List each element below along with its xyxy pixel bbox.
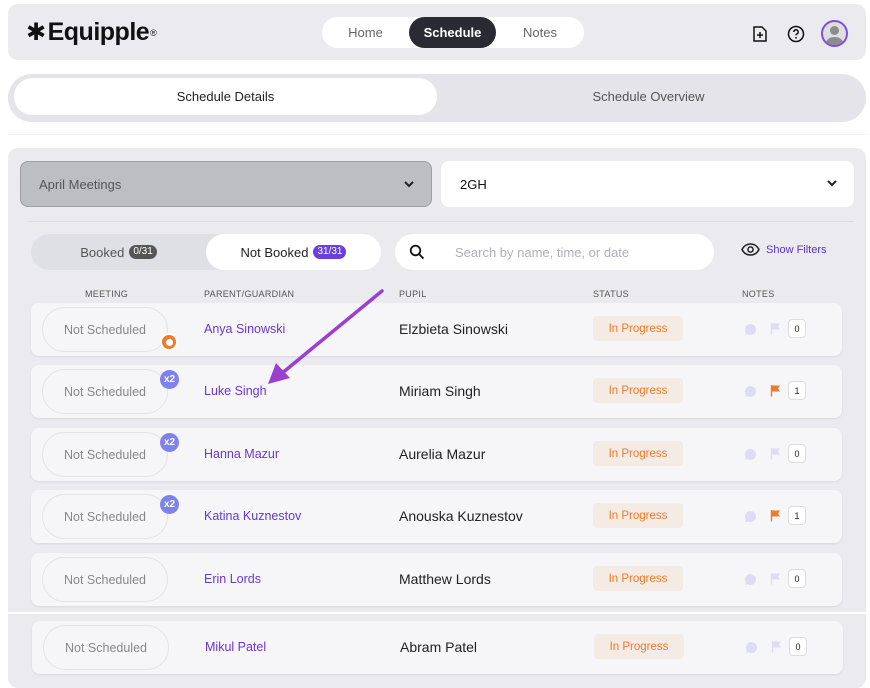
chat-badge-icon[interactable] <box>160 333 178 351</box>
status-badge: In Progress <box>593 316 683 341</box>
pupil-name: Matthew Lords <box>399 571 491 587</box>
tab-schedule-details[interactable]: Schedule Details <box>14 78 437 115</box>
flag-icon[interactable] <box>770 384 781 397</box>
table-row[interactable]: Not Scheduled Anya Sinowski Elzbieta Sin… <box>31 303 842 356</box>
scroll-separator <box>0 612 870 614</box>
toggle-not-booked[interactable]: Not Booked 31/31 <box>206 234 381 270</box>
meeting-slot-button[interactable]: Not Scheduled <box>42 307 168 352</box>
status-badge: In Progress <box>593 566 683 591</box>
show-filters-label: Show Filters <box>766 243 827 256</box>
search-input[interactable] <box>455 242 695 262</box>
multiple-pupils-badge: x2 <box>160 433 179 452</box>
chat-icon[interactable] <box>744 448 757 461</box>
notes-count[interactable]: 0 <box>788 444 806 463</box>
meeting-slot-button[interactable]: Not Scheduled <box>42 369 168 414</box>
column-header-pupil: PUPIL <box>399 289 427 299</box>
table-row[interactable]: Not Scheduled x2 Luke Singh Miriam Singh… <box>31 365 842 418</box>
table-row[interactable]: Not Scheduled Erin Lords Matthew Lords I… <box>31 553 842 606</box>
top-icons <box>749 20 848 47</box>
help-icon[interactable] <box>785 23 807 45</box>
toggle-booked[interactable]: Booked 0/31 <box>31 234 206 270</box>
column-header-parent: PARENT/GUARDIAN <box>204 289 295 299</box>
not-booked-count-badge: 31/31 <box>313 245 347 259</box>
nav-tab-schedule[interactable]: Schedule <box>409 17 496 48</box>
meeting-slot-button[interactable]: Not Scheduled <box>42 557 168 602</box>
meeting-select[interactable]: April Meetings <box>20 161 432 207</box>
tab-schedule-overview[interactable]: Schedule Overview <box>437 78 860 115</box>
user-avatar[interactable] <box>821 20 848 47</box>
parent-link[interactable]: Erin Lords <box>204 572 261 586</box>
status-badge: In Progress <box>593 378 683 403</box>
show-filters-button[interactable]: Show Filters <box>741 243 827 256</box>
chat-icon[interactable] <box>744 510 757 523</box>
top-bar: ✱ Equipple ® Home Schedule Notes <box>8 4 866 60</box>
booked-count-badge: 0/31 <box>129 245 157 259</box>
flag-icon[interactable] <box>770 572 781 585</box>
chat-icon[interactable] <box>744 573 757 586</box>
multiple-pupils-badge: x2 <box>160 495 179 514</box>
notes-count[interactable]: 1 <box>788 381 806 400</box>
meeting-slot-button[interactable]: Not Scheduled <box>42 494 168 539</box>
parent-link[interactable]: Mikul Patel <box>205 640 266 654</box>
status-badge: In Progress <box>594 634 684 659</box>
asterisk-logo-icon: ✱ <box>26 19 46 46</box>
brand-registered-mark: ® <box>150 27 157 38</box>
parent-link[interactable]: Luke Singh <box>204 384 267 398</box>
column-header-meeting: MEETING <box>85 289 129 299</box>
flag-icon[interactable] <box>770 447 781 460</box>
chevron-down-icon <box>827 180 837 187</box>
search-icon <box>409 244 425 260</box>
status-badge: In Progress <box>593 503 683 528</box>
flag-icon[interactable] <box>771 640 782 653</box>
schedule-panel: April Meetings 2GH Booked 0/31 Not Booke… <box>8 148 866 688</box>
brand-name: Equipple <box>47 18 150 46</box>
class-select-value: 2GH <box>460 177 487 192</box>
class-select[interactable]: 2GH <box>441 161 854 207</box>
pupil-name: Miriam Singh <box>399 383 481 399</box>
meeting-slot-button[interactable]: Not Scheduled <box>43 625 169 670</box>
logo[interactable]: ✱ Equipple ® <box>26 18 157 47</box>
meeting-select-value: April Meetings <box>39 177 122 192</box>
parent-link[interactable]: Hanna Mazur <box>204 447 279 461</box>
status-badge: In Progress <box>593 441 683 466</box>
pupil-name: Elzbieta Sinowski <box>399 321 508 337</box>
add-note-icon[interactable] <box>749 23 771 45</box>
table-row[interactable]: Not Scheduled x2 Hanna Mazur Aurelia Maz… <box>31 428 842 481</box>
pupil-name: Aurelia Mazur <box>399 446 486 462</box>
chat-icon[interactable] <box>745 641 758 654</box>
flag-icon[interactable] <box>770 322 781 335</box>
notes-count[interactable]: 1 <box>788 506 806 525</box>
nav-tab-notes[interactable]: Notes <box>496 17 584 48</box>
multiple-pupils-badge: x2 <box>160 370 179 389</box>
toggle-booked-label: Booked <box>80 244 125 260</box>
divider <box>8 134 866 135</box>
table-row[interactable]: Not Scheduled x2 Katina Kuznestov Anousk… <box>31 490 842 543</box>
panel-divider <box>28 221 854 222</box>
search-bar <box>395 234 714 270</box>
pupil-name: Abram Patel <box>400 639 478 655</box>
booking-toggle: Booked 0/31 Not Booked 31/31 <box>31 234 381 270</box>
column-header-status: STATUS <box>593 289 629 299</box>
meeting-slot-button[interactable]: Not Scheduled <box>42 432 168 477</box>
table-row[interactable]: Not Scheduled Mikul Patel Abram Patel In… <box>32 621 843 674</box>
parent-link[interactable]: Anya Sinowski <box>204 322 285 336</box>
chevron-down-icon <box>404 181 414 188</box>
toggle-not-booked-label: Not Booked <box>240 244 309 260</box>
eye-icon <box>741 243 760 256</box>
main-nav: Home Schedule Notes <box>322 17 584 48</box>
schedule-subtabs: Schedule Details Schedule Overview <box>8 74 866 122</box>
notes-count[interactable]: 0 <box>788 569 806 588</box>
notes-count[interactable]: 0 <box>789 637 807 656</box>
flag-icon[interactable] <box>770 509 781 522</box>
parent-link[interactable]: Katina Kuznestov <box>204 509 301 523</box>
nav-tab-home[interactable]: Home <box>322 17 409 48</box>
chat-icon[interactable] <box>744 385 757 398</box>
chat-icon[interactable] <box>744 323 757 336</box>
column-header-notes: NOTES <box>742 289 775 299</box>
notes-count[interactable]: 0 <box>788 319 806 338</box>
pupil-name: Anouska Kuznestov <box>399 508 523 524</box>
